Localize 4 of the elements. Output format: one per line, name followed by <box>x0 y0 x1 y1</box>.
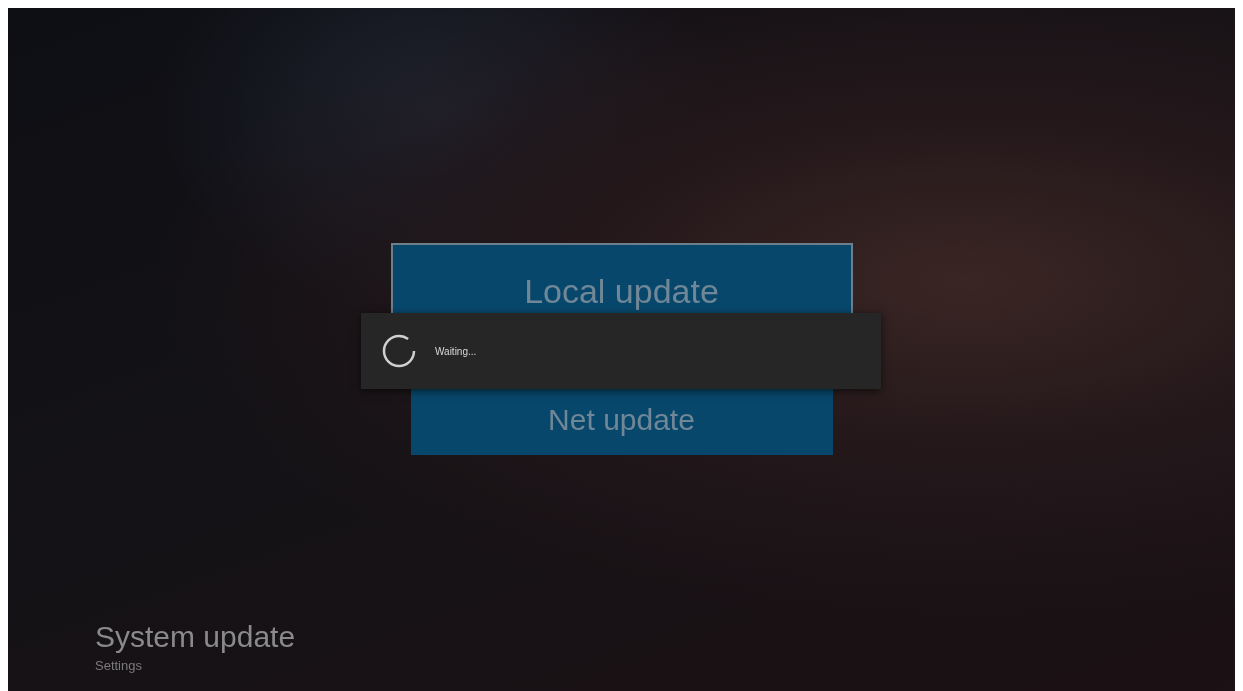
page-title: System update <box>95 620 296 654</box>
dialog-message: Waiting... <box>435 345 477 357</box>
spinner-icon <box>381 333 417 369</box>
page-subtitle: Settings <box>95 658 143 673</box>
